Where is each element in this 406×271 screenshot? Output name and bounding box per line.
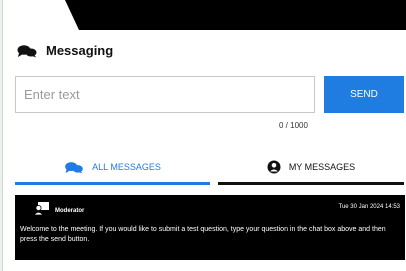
user-icon	[267, 160, 281, 174]
message-input-box[interactable]	[15, 76, 315, 113]
top-bar	[65, 0, 406, 30]
message-item: Moderator Tue 30 Jan 2024 14:53 Welcome …	[15, 195, 405, 260]
chat-bubbles-icon	[64, 161, 84, 174]
messaging-header: Messaging	[17, 43, 113, 58]
page-title: Messaging	[46, 43, 114, 58]
character-counter: 0 / 1000	[279, 121, 308, 130]
send-button[interactable]: SEND	[324, 76, 404, 113]
chat-bubbles-icon	[17, 44, 37, 58]
moderator-icon	[33, 202, 50, 220]
message-sender: Moderator	[55, 208, 85, 214]
messaging-panel: Messaging SEND 0 / 1000 ALL MESSAGES MY …	[2, 0, 406, 271]
tab-label: MY MESSAGES	[288, 162, 356, 172]
tab-label: ALL MESSAGES	[92, 162, 161, 172]
message-text: Welcome to the meeting. If you would lik…	[20, 226, 386, 243]
tab-all-messages[interactable]: ALL MESSAGES	[15, 152, 210, 185]
message-timestamp: Tue 30 Jan 2024 14:53	[338, 204, 401, 210]
tab-my-messages[interactable]: MY MESSAGES	[218, 152, 404, 185]
message-input[interactable]	[24, 87, 306, 102]
